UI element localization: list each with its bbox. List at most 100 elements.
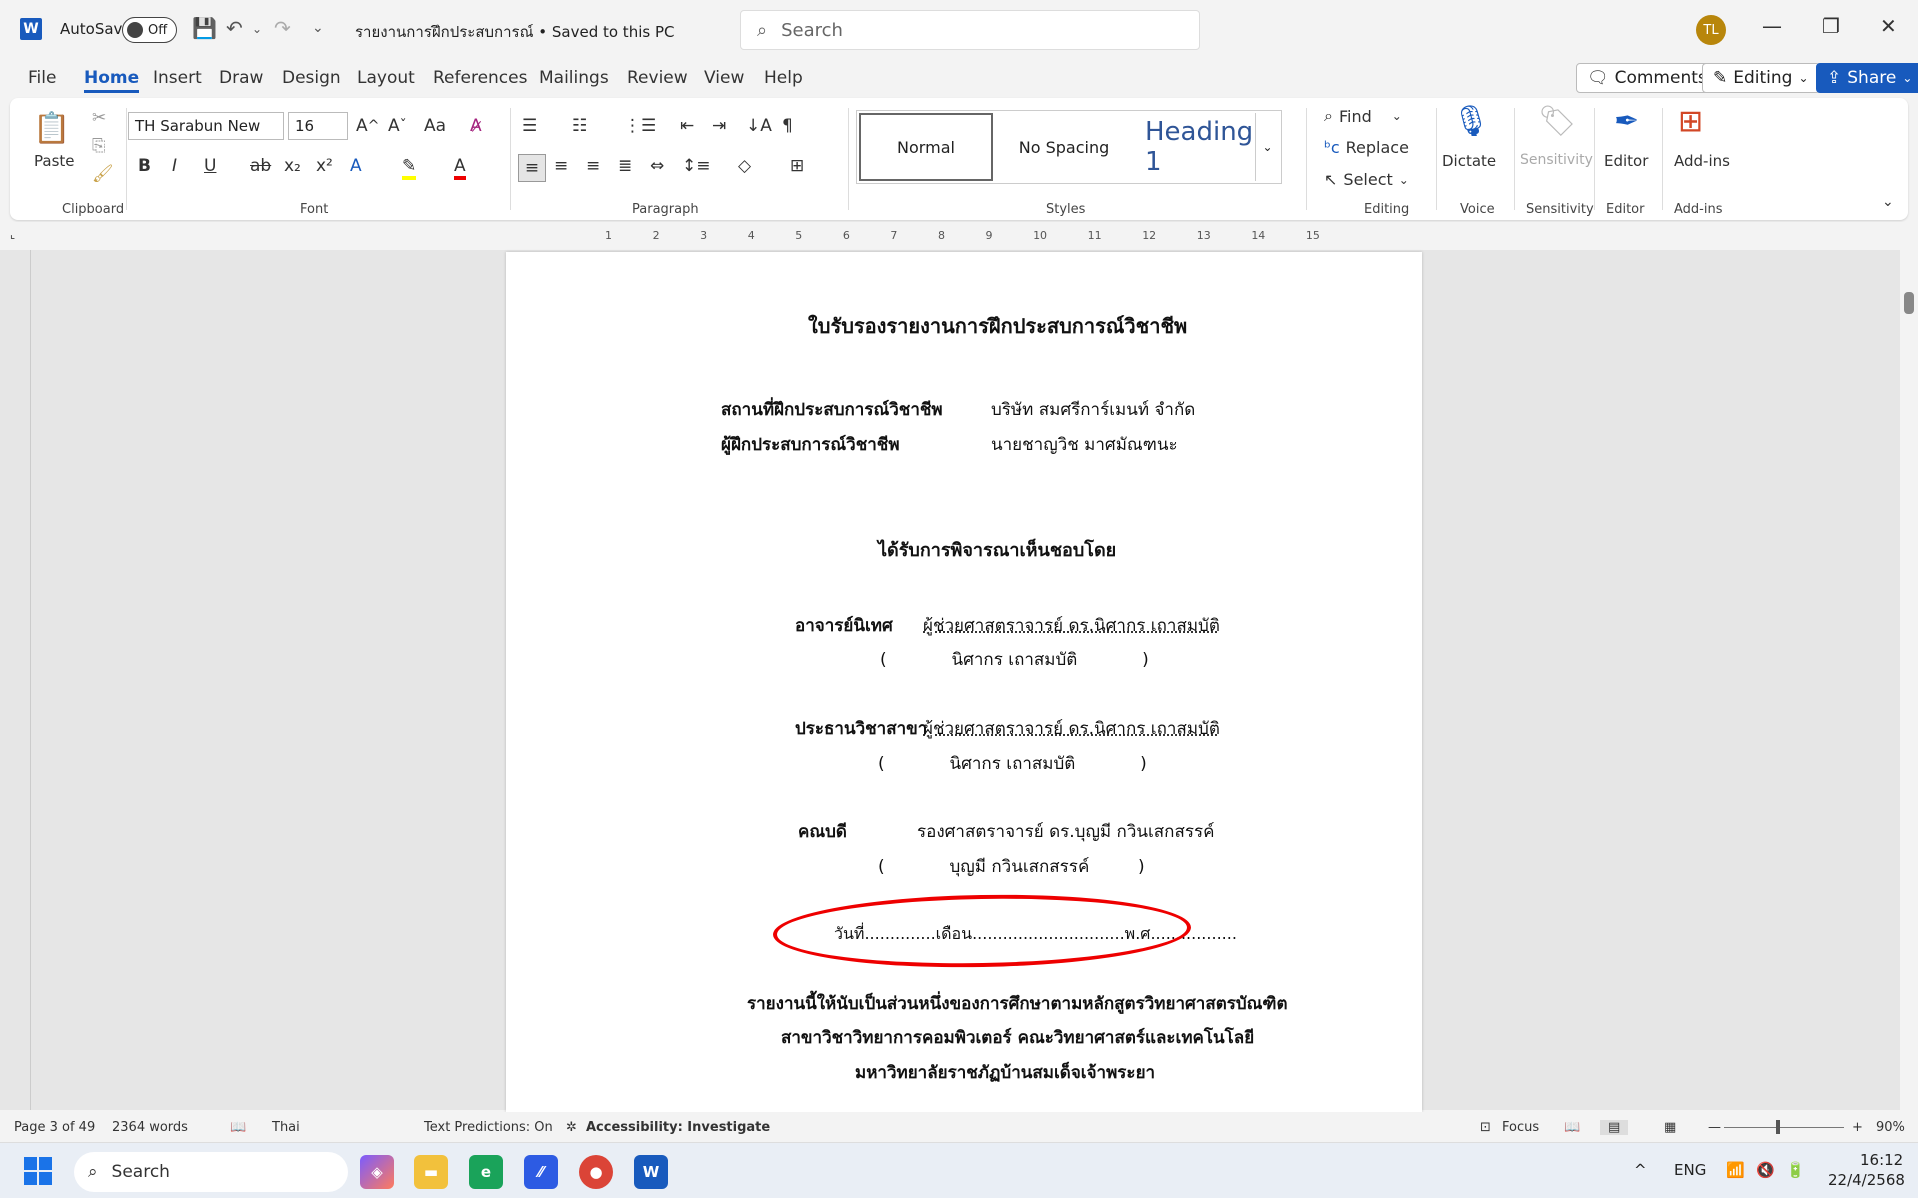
grow-font-icon[interactable]: A ^ [356, 116, 380, 136]
bold-icon[interactable]: B [138, 156, 151, 176]
line-spacing-icon[interactable]: ↕≡ [682, 156, 711, 176]
underline-icon[interactable]: U [204, 156, 216, 176]
account-avatar[interactable]: TL [1696, 15, 1726, 45]
copilot-icon[interactable]: ◈ [360, 1155, 394, 1189]
show-formatting-icon[interactable]: ¶ [782, 116, 793, 136]
restore-icon[interactable]: ❐ [1822, 14, 1840, 38]
find-button[interactable]: ⌕ Find ⌄ [1324, 106, 1402, 126]
language[interactable]: Thai [272, 1120, 300, 1135]
sort-icon[interactable]: ↓A [746, 116, 772, 136]
italic-icon[interactable]: I [172, 156, 177, 176]
share-button[interactable]: ⇪ Share ⌄ [1816, 63, 1918, 93]
addins-button[interactable]: Add-ins [1674, 152, 1730, 170]
redo-icon[interactable]: ↷ [274, 16, 291, 40]
web-layout-icon[interactable]: ▦ [1664, 1120, 1676, 1135]
tab-view[interactable]: View [704, 68, 744, 88]
page-count[interactable]: Page 3 of 49 [14, 1120, 95, 1135]
copy-icon[interactable]: ⎘ [92, 136, 106, 156]
decrease-indent-icon[interactable]: ⇤ [680, 116, 694, 136]
chrome-icon[interactable]: ● [579, 1155, 613, 1189]
tab-review[interactable]: Review [627, 68, 688, 88]
save-icon[interactable]: 💾 [192, 16, 217, 40]
format-painter-icon[interactable]: 🖌 [92, 164, 114, 184]
font-name-box[interactable]: TH Sarabun New [128, 112, 284, 140]
accessibility-status[interactable]: Accessibility: Investigate [586, 1120, 770, 1135]
highlight-icon[interactable]: ✎ [402, 156, 417, 180]
show-hidden-icons[interactable]: ^ [1634, 1161, 1647, 1179]
align-right-icon[interactable]: ≡ [586, 156, 600, 176]
align-left-icon[interactable]: ≡ [518, 154, 546, 182]
undo-icon[interactable]: ↶ [226, 16, 243, 40]
input-language[interactable]: ENG [1674, 1161, 1706, 1179]
clock-date[interactable]: 22/4/2568 [1828, 1171, 1905, 1189]
tab-help[interactable]: Help [764, 68, 803, 88]
replace-button[interactable]: ᵇc Replace [1324, 138, 1409, 157]
proofing-icon[interactable]: 📖 [230, 1120, 246, 1135]
undo-dropdown-icon[interactable]: ⌄ [252, 22, 262, 36]
font-size-box[interactable]: 16 [288, 112, 348, 140]
minimize-icon[interactable]: — [1762, 14, 1782, 38]
addins-icon[interactable]: ⊞ [1678, 104, 1703, 139]
battery-icon[interactable]: 🔋 [1786, 1161, 1805, 1179]
text-effects-icon[interactable]: A [350, 156, 362, 176]
microphone-icon[interactable]: 🎙 [1452, 104, 1490, 139]
editor-icon[interactable]: ✒ [1614, 104, 1639, 139]
document-title[interactable]: รายงานการฝึกประสบการณ์ • Saved to this P… [355, 20, 674, 44]
justify-icon[interactable]: ≣ [618, 156, 632, 176]
scrollbar-thumb[interactable] [1904, 292, 1914, 314]
zoom-slider[interactable] [1724, 1127, 1844, 1128]
editing-mode-button[interactable]: ✎ Editing ⌄ [1702, 63, 1820, 93]
sensitivity-button[interactable]: Sensitivity [1520, 152, 1593, 168]
print-layout-icon[interactable]: ▤ [1600, 1120, 1629, 1135]
sensitivity-icon[interactable]: 🏷 [1538, 104, 1576, 139]
tab-file[interactable]: File [28, 68, 56, 88]
collapse-ribbon-icon[interactable]: ⌄ [1882, 194, 1894, 210]
shading-icon[interactable]: ◇ [738, 156, 751, 176]
paste-button[interactable]: Paste [34, 152, 75, 170]
strikethrough-icon[interactable]: ab [250, 156, 271, 176]
search-box[interactable]: ⌕ Search [740, 10, 1200, 50]
read-mode-icon[interactable]: 📖 [1564, 1120, 1580, 1135]
tab-insert[interactable]: Insert [153, 68, 202, 88]
multilevel-list-icon[interactable]: ⋮☰ [624, 116, 656, 136]
style-normal[interactable]: Normal [859, 113, 993, 181]
clear-formatting-icon[interactable]: A̷ [470, 116, 482, 136]
file-explorer-icon[interactable]: ▬ [414, 1155, 448, 1189]
cut-icon[interactable]: ✂ [92, 108, 106, 128]
zoom-in-icon[interactable]: + [1852, 1120, 1863, 1135]
clock-time[interactable]: 16:12 [1860, 1151, 1903, 1169]
superscript-icon[interactable]: x² [316, 156, 333, 176]
borders-icon[interactable]: ⊞ [790, 156, 804, 176]
subscript-icon[interactable]: x₂ [284, 156, 301, 176]
style-heading-1[interactable]: Heading 1 [1135, 113, 1253, 181]
word-count[interactable]: 2364 words [112, 1120, 188, 1135]
autosave-toggle[interactable]: Off [122, 17, 177, 43]
comments-button[interactable]: 🗨 Comments [1576, 63, 1718, 93]
tab-home[interactable]: Home [84, 68, 140, 93]
tab-stop-icon[interactable]: ⌞ [10, 228, 15, 241]
taskbar-search[interactable]: ⌕ Search [74, 1152, 348, 1192]
distributed-icon[interactable]: ⇔ [650, 156, 664, 176]
zoom-level[interactable]: 90% [1876, 1120, 1905, 1135]
bullets-icon[interactable]: ☰ [522, 116, 537, 136]
tab-design[interactable]: Design [282, 68, 341, 88]
paste-icon[interactable]: 📋 [33, 108, 70, 148]
zoom-out-icon[interactable]: — [1708, 1120, 1721, 1135]
dictate-button[interactable]: Dictate [1442, 152, 1496, 170]
editor-button[interactable]: Editor [1604, 152, 1648, 170]
zoom-slider-thumb[interactable] [1776, 1120, 1780, 1134]
select-button[interactable]: ↖ Select ⌄ [1324, 170, 1409, 189]
text-predictions[interactable]: Text Predictions: On [424, 1120, 553, 1135]
font-color-icon[interactable]: A [454, 156, 466, 180]
tab-draw[interactable]: Draw [219, 68, 263, 88]
tab-references[interactable]: References [433, 68, 527, 88]
tab-layout[interactable]: Layout [357, 68, 415, 88]
style-no-spacing[interactable]: No Spacing [997, 113, 1131, 181]
wifi-icon[interactable]: 📶 [1726, 1161, 1745, 1179]
edge-icon[interactable]: e [469, 1155, 503, 1189]
horizontal-ruler[interactable]: 1 2 3 4 5 6 7 8 9 10 11 12 13 14 15 [605, 226, 1320, 244]
document-page[interactable] [506, 252, 1422, 1112]
increase-indent-icon[interactable]: ⇥ [712, 116, 726, 136]
shrink-font-icon[interactable]: Aˇ [388, 116, 407, 136]
change-case-icon[interactable]: Aa [424, 116, 446, 136]
